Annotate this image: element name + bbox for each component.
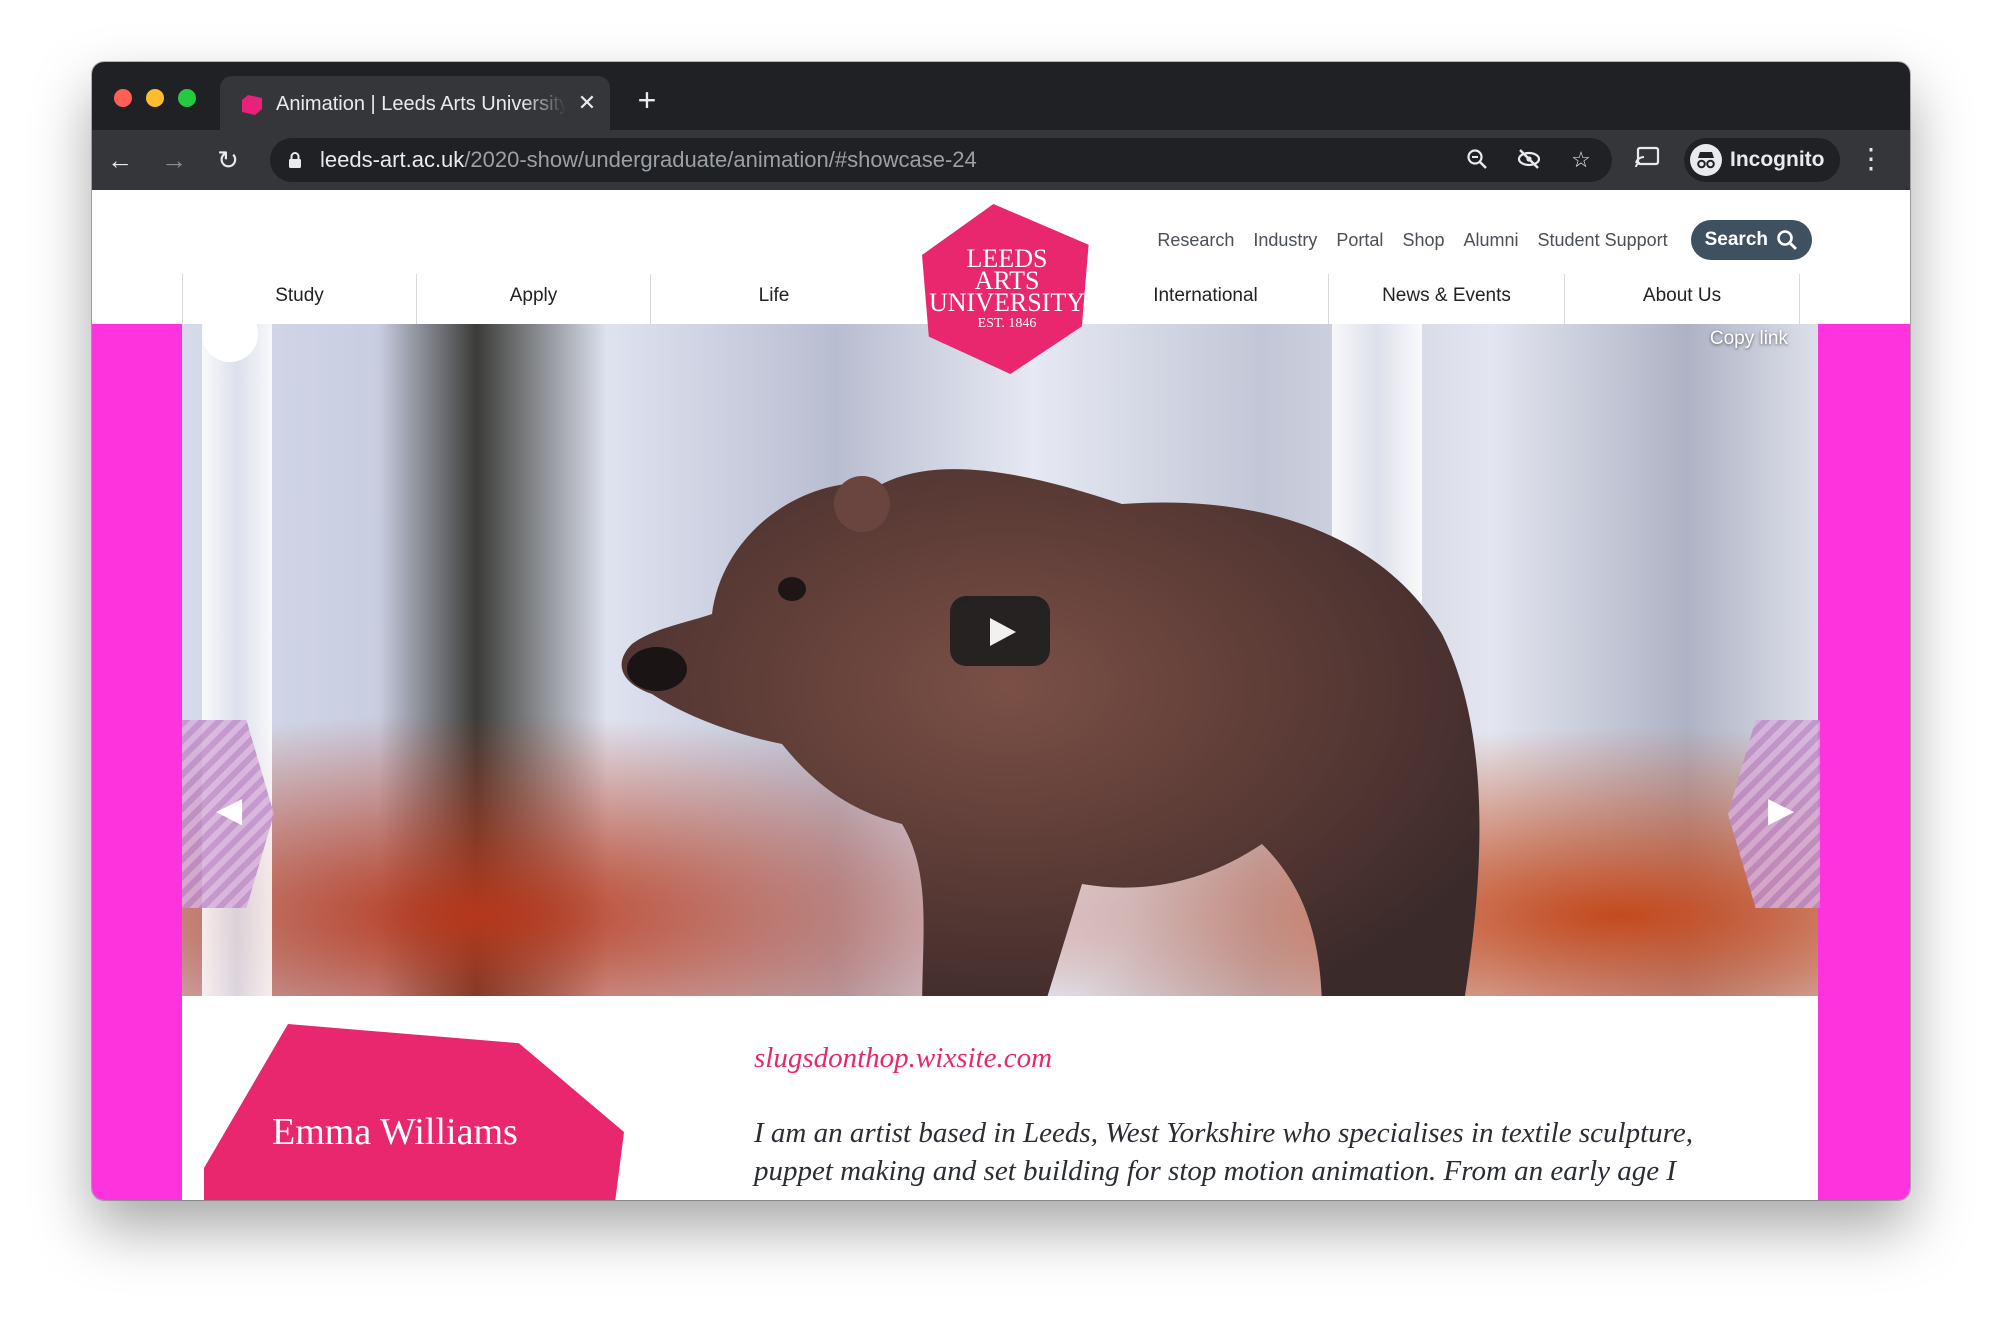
site-logo[interactable]: LEEDS ARTS UNIVERSITY EST. 1846 bbox=[922, 204, 1092, 374]
student-bio: Emma Williams slugsdonthop.wixsite.com I… bbox=[182, 996, 1818, 1200]
utility-link-industry[interactable]: Industry bbox=[1253, 230, 1317, 251]
student-website-link[interactable]: slugsdonthop.wixsite.com bbox=[754, 1042, 1052, 1075]
utility-link-portal[interactable]: Portal bbox=[1336, 230, 1383, 251]
chevron-right-icon: ▶ bbox=[1768, 791, 1795, 829]
utility-link-research[interactable]: Research bbox=[1157, 230, 1234, 251]
forward-arrow-icon[interactable]: → bbox=[158, 144, 190, 176]
logo-line-3: UNIVERSITY bbox=[929, 288, 1085, 317]
close-window-button[interactable] bbox=[114, 89, 132, 107]
copy-link-button[interactable]: Copy link bbox=[1710, 328, 1788, 350]
minimize-window-button[interactable] bbox=[146, 89, 164, 107]
tab-title: Animation | Leeds Arts University bbox=[276, 93, 566, 115]
tab-close-icon[interactable]: ✕ bbox=[574, 90, 600, 116]
video-embed[interactable]: Copy link bbox=[182, 324, 1818, 996]
search-icon bbox=[1777, 230, 1797, 250]
star-icon[interactable]: ☆ bbox=[1568, 147, 1594, 173]
maximize-window-button[interactable] bbox=[178, 89, 196, 107]
nav-item-life[interactable]: Life bbox=[650, 274, 897, 324]
play-button[interactable] bbox=[950, 596, 1050, 666]
incognito-icon bbox=[1690, 144, 1722, 176]
nav-item-study[interactable]: Study bbox=[182, 274, 416, 324]
cast-icon[interactable] bbox=[1632, 144, 1664, 176]
utility-link-alumni[interactable]: Alumni bbox=[1463, 230, 1518, 251]
nav-item-about-us[interactable]: About Us bbox=[1564, 274, 1800, 324]
browser-toolbar: ← → ↻ leeds-art.ac.uk/2020-show/undergra… bbox=[92, 130, 1910, 190]
eye-off-icon[interactable] bbox=[1516, 147, 1542, 173]
reload-icon[interactable]: ↻ bbox=[212, 144, 244, 176]
nav-item-news-events[interactable]: News & Events bbox=[1328, 274, 1564, 324]
utility-link-shop[interactable]: Shop bbox=[1402, 230, 1444, 251]
search-button-label: Search bbox=[1704, 229, 1768, 250]
profile-label: Incognito bbox=[1730, 148, 1825, 171]
zoom-icon[interactable] bbox=[1464, 147, 1490, 173]
browser-window: Animation | Leeds Arts University ✕ + ← … bbox=[92, 62, 1910, 1200]
bear-thumbnail bbox=[621, 469, 1480, 996]
bio-text: I am an artist based in Leeds, West York… bbox=[754, 1117, 1693, 1187]
tab-strip: Animation | Leeds Arts University ✕ + bbox=[92, 62, 1910, 130]
logo-est: EST. 1846 bbox=[977, 316, 1037, 331]
search-button[interactable]: Search bbox=[1690, 220, 1812, 260]
nav-item-international[interactable]: International bbox=[1082, 274, 1328, 324]
active-tab[interactable]: Animation | Leeds Arts University ✕ bbox=[220, 76, 610, 130]
url-text: leeds-art.ac.uk/2020-show/undergraduate/… bbox=[320, 148, 977, 172]
utility-nav: Research Industry Portal Shop Alumni Stu… bbox=[1157, 220, 1812, 260]
back-arrow-icon[interactable]: ← bbox=[104, 144, 136, 176]
chevron-left-icon: ◀ bbox=[216, 791, 243, 829]
lock-icon bbox=[289, 152, 301, 168]
utility-link-student-support[interactable]: Student Support bbox=[1538, 230, 1668, 251]
favicon-icon bbox=[242, 95, 262, 115]
nav-item-apply[interactable]: Apply bbox=[416, 274, 650, 324]
logo-wordmark: LEEDS ARTS UNIVERSITY EST. 1846 bbox=[922, 246, 1092, 332]
page-viewport: Research Industry Portal Shop Alumni Stu… bbox=[92, 190, 1910, 1200]
url-path: /2020-show/undergraduate/animation/#show… bbox=[464, 147, 977, 172]
incognito-profile-button[interactable]: Incognito bbox=[1684, 138, 1840, 182]
address-bar[interactable]: leeds-art.ac.uk/2020-show/undergraduate/… bbox=[270, 138, 1612, 182]
student-name: Emma Williams bbox=[272, 1111, 518, 1153]
kebab-menu-icon[interactable]: ⋮ bbox=[1856, 144, 1886, 176]
new-tab-icon[interactable]: + bbox=[630, 84, 664, 118]
url-host: leeds-art.ac.uk bbox=[320, 147, 465, 172]
